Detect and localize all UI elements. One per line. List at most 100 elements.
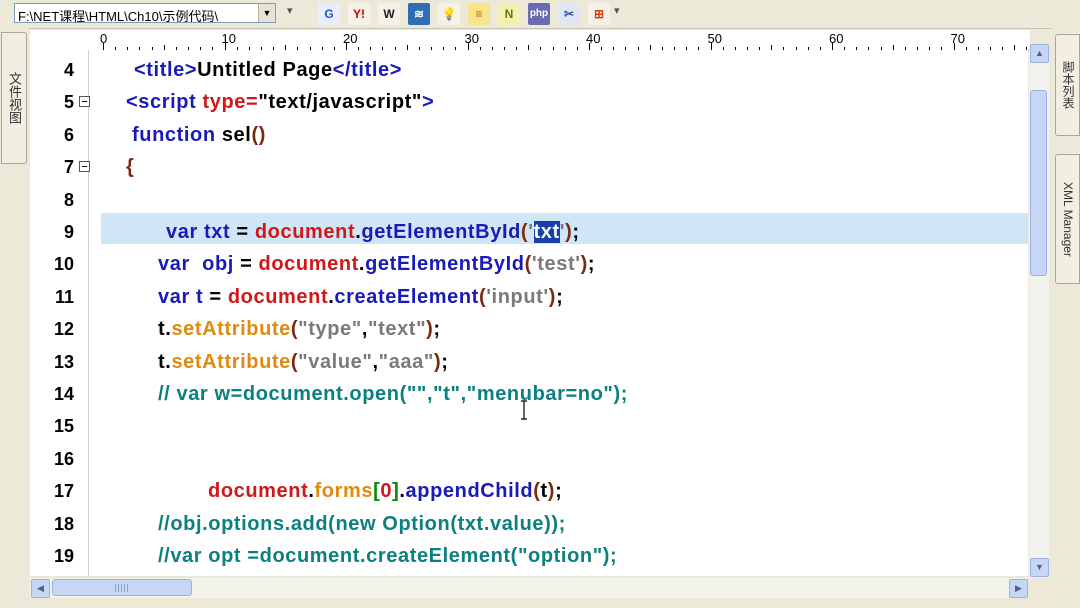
yahoo-button[interactable]: Y! [348,3,370,25]
wikipedia-button[interactable]: W [378,3,400,25]
code-token: sel [221,123,252,146]
horizontal-scrollbar[interactable]: ◀ ▶ [30,578,1028,598]
left-dock-panel: 文件视图 [0,28,28,580]
code-token: <title> [134,59,198,81]
code-token: ; [555,480,563,503]
chevron-down-icon[interactable]: ▼ [258,4,275,22]
path-combobox-value: F:\NET课程\HTML\Ch10\示例代码\ [18,9,219,24]
code-line[interactable]: 6 function sel() [30,119,1028,151]
code-text: //obj.options.add(new Option(txt.value))… [158,508,566,540]
code-token: var [158,253,203,276]
code-token: ; [556,285,564,308]
code-line[interactable]: 10 var obj = document.getElementById('tes… [30,248,1028,280]
tools-button[interactable]: ✂ [558,3,580,25]
code-editor[interactable]: 4 <title>Untitled Page</title> 5 <script ty… [30,50,1028,576]
code-line[interactable]: 9 var txt = document.getElementById('txt'… [30,216,1028,248]
code-line[interactable]: 14 // var w=document.open("","t","menubar… [30,378,1028,410]
code-token: 0 [380,480,393,503]
windows-button[interactable]: ⊞ [588,3,610,25]
php-button[interactable]: php [528,3,550,25]
horizontal-scroll-thumb[interactable] [52,579,192,596]
code-token: getElementById [365,253,525,276]
code-line[interactable]: 19 //var opt =document.createElement("opt… [30,540,1028,572]
code-line[interactable]: 8 [30,184,1028,216]
code-token: "value" [298,350,373,373]
line-number: 14 [53,384,74,404]
code-token: t [196,285,210,308]
ruler-label: 20 [343,31,358,46]
code-text: <script type="text/javascript"> [126,86,434,118]
path-combobox[interactable]: F:\NET课程\HTML\Ch10\示例代码\ ▼ [14,3,276,24]
scrollbar-corner [1029,578,1049,598]
code-token: appendChild [405,480,534,503]
code-text: // var w=document.open("","t","menubar=n… [158,378,628,410]
code-token: setAttribute [171,318,291,341]
code-token: setAttribute [171,350,291,373]
tab-xml-manager[interactable]: XML Manager [1055,154,1080,284]
tab-file-view[interactable]: 文件视图 [1,32,27,164]
code-token: </title> [332,59,402,81]
line-number: 19 [53,546,74,566]
code-token: ; [587,253,596,276]
code-token: ; [433,318,441,341]
code-token: <script [126,91,203,114]
code-line[interactable]: 12 t.setAttribute("type","text"); [30,313,1028,345]
fold-toggle-icon[interactable] [79,161,90,173]
code-text: t.setAttribute("value","aaa"); [158,346,449,378]
selected-text: txt [533,221,560,243]
code-text: var t = document.createElement('input'); [158,281,563,313]
right-dock-panel: 脚本列表 XML Manager [1052,28,1080,580]
code-token: Untitled Page [197,59,333,81]
code-token: { [126,156,135,179]
code-line[interactable]: 16 [30,443,1028,475]
notes-button[interactable]: ≡ [468,3,490,25]
lightbulb-button[interactable]: 💡 [438,3,460,25]
code-token: ) [580,253,588,276]
line-number: 15 [53,416,74,437]
line-number: 17 [53,481,74,502]
code-line[interactable]: 17 document.forms[0].appendChild(t); [30,475,1028,507]
code-line[interactable]: 13 t.setAttribute("value","aaa"); [30,346,1028,378]
line-number: 5 [63,92,74,113]
code-text: var obj = document.getElementById('test'… [158,248,595,280]
vertical-scrollbar[interactable]: ▲ ▼ [1029,44,1049,577]
code-token: document [227,285,329,308]
code-line[interactable]: 15 [30,410,1028,442]
code-token: forms [314,480,374,503]
line-number: 13 [53,351,74,372]
scroll-right-icon[interactable]: ▶ [1009,579,1028,598]
line-number: 4 [63,60,74,80]
line-number: 7 [63,157,74,178]
code-line[interactable]: 7{ [30,151,1028,183]
code-token: txt [204,221,237,243]
ruler-label: 40 [586,31,601,46]
code-token: > [422,91,435,114]
code-line[interactable]: 4 <title>Untitled Page</title> [30,54,1028,86]
code-token: getElementById [361,221,521,243]
tab-script-list[interactable]: 脚本列表 [1055,34,1080,136]
code-token: ( [524,253,532,276]
code-text: t.setAttribute("type","text"); [158,313,441,345]
code-line[interactable]: 5 <script type="text/javascript"> [30,86,1028,118]
toolbar-grip-icon: ▾ [287,5,293,17]
code-token: document [258,253,359,276]
line-number: 11 [54,286,74,307]
vertical-scroll-thumb[interactable] [1030,90,1047,276]
code-token: ; [572,221,580,243]
scroll-up-icon[interactable]: ▲ [1030,44,1049,63]
fold-toggle-icon[interactable] [79,96,90,108]
column-ruler: 0 10 20 30 40 50 60 70 [30,30,1030,51]
code-line[interactable]: 18 //obj.options.add(new Option(txt.value… [30,508,1028,540]
code-token: "aaa" [378,350,434,373]
n-button-button[interactable]: N [498,3,520,25]
code-token: document [254,221,356,243]
scroll-left-icon[interactable]: ◀ [31,579,50,598]
code-text: //var opt =document.createElement("optio… [158,540,617,572]
code-token: ' [528,221,534,243]
stackoverflow-button[interactable]: ≋ [408,3,430,25]
google-button[interactable]: G [318,3,340,25]
scroll-down-icon[interactable]: ▼ [1030,558,1049,577]
code-text: var txt = document.getElementById('txt')… [166,216,580,248]
code-line[interactable]: 11 var t = document.createElement('input'… [30,281,1028,313]
code-token: "text/javascript" [258,91,422,114]
